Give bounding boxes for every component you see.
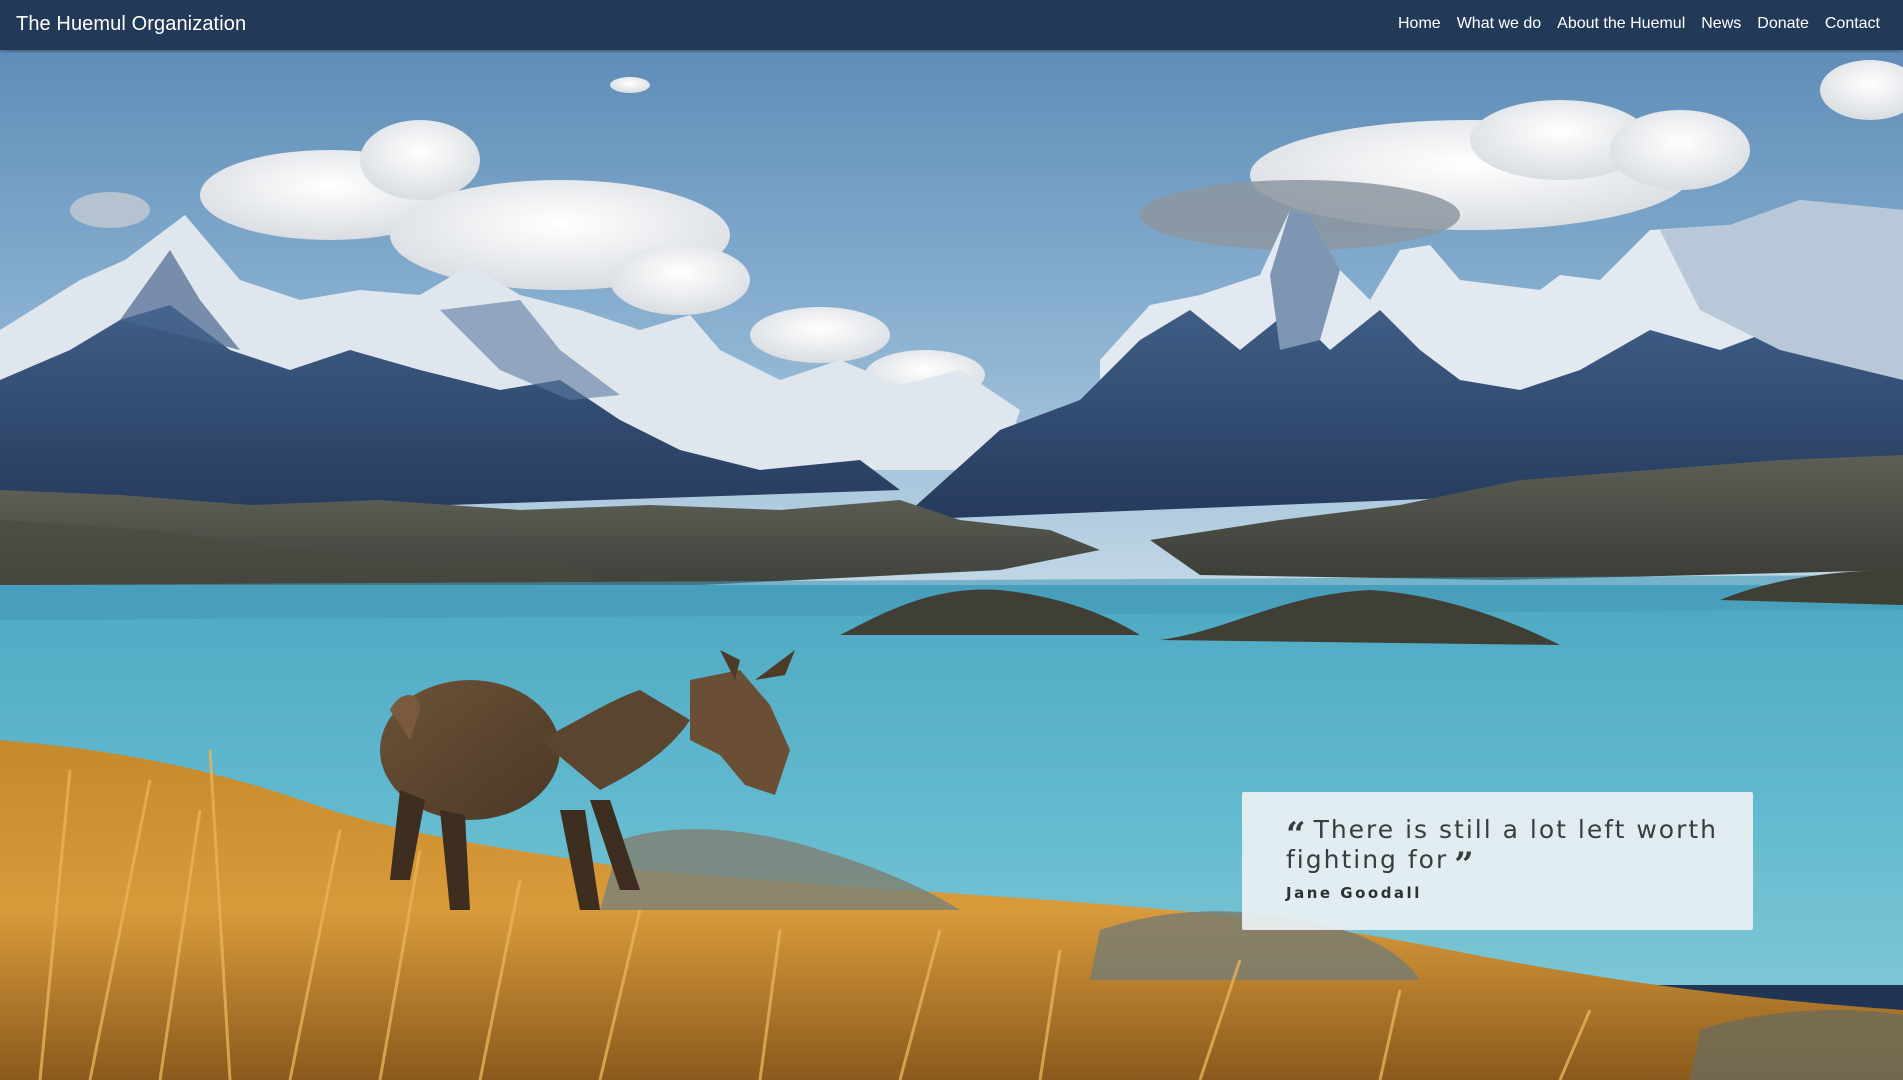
quote-text: There is still a lot left worth fighting… [1286,815,1719,874]
quote-author: Jane Goodall [1286,884,1422,902]
quote-text-block: “There is still a lot left worth fightin… [1286,815,1733,885]
nav-donate-link[interactable]: Donate [1757,15,1809,33]
top-navbar: The Huemul Organization Home What we do … [0,0,1903,50]
brand-title[interactable]: The Huemul Organization [16,13,246,36]
nav-about-huemul-link[interactable]: About the Huemul [1557,15,1685,33]
quote-card: “There is still a lot left worth fightin… [1242,792,1753,930]
nav-home-link[interactable]: Home [1398,15,1441,33]
nav-what-we-do-link[interactable]: What we do [1457,15,1541,33]
open-quote-icon: “ [1286,815,1308,855]
close-quote-icon: ” [1454,845,1476,885]
nav-menu: Home What we do About the Huemul News Do… [1398,15,1880,33]
hero-banner: “There is still a lot left worth fightin… [0,50,1903,1080]
nav-contact-link[interactable]: Contact [1825,15,1880,33]
nav-news-link[interactable]: News [1701,15,1741,33]
